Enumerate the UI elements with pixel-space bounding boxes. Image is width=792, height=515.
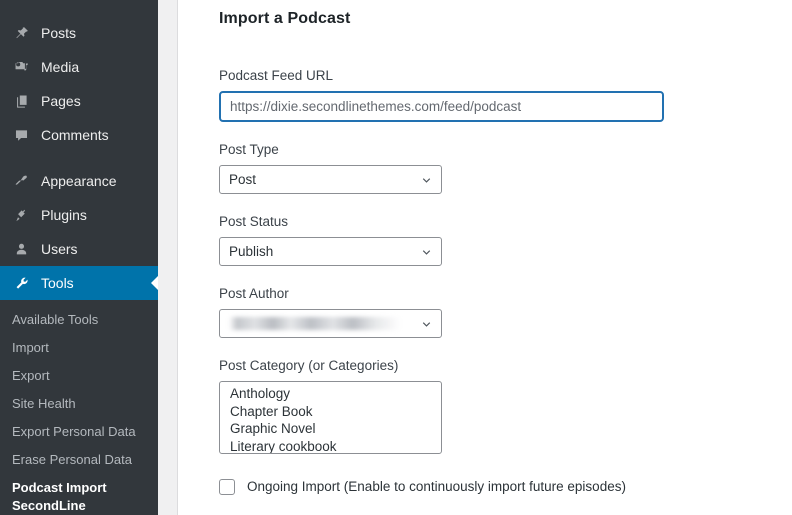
sidebar-item-label: Tools [41,275,74,291]
sidebar-item-label: Posts [41,25,76,41]
list-item[interactable]: Literary cookbook [220,438,441,455]
media-icon [10,59,32,76]
ongoing-import-row: Ongoing Import (Enable to continuously i… [219,478,792,495]
plug-icon [10,207,32,224]
post-author-select-wrap [219,309,442,338]
post-type-label: Post Type [219,142,792,158]
sidebar-top-spacer [0,0,158,16]
post-type-value: Post [229,172,256,187]
list-item[interactable]: Anthology [220,385,441,403]
post-type-select-wrap: Post [219,165,442,194]
tools-submenu: Available Tools Import Export Site Healt… [0,300,158,515]
sidebar-item-label: Pages [41,93,81,109]
submenu-item-site-health[interactable]: Site Health [0,390,158,418]
sidebar-item-media[interactable]: Media [0,50,158,84]
list-item[interactable]: Chapter Book [220,403,441,421]
submenu-item-export-personal-data[interactable]: Export Personal Data [0,418,158,446]
admin-sidebar: Posts Media Pages Comments Appeara [0,0,158,515]
sidebar-separator [0,152,158,164]
podcast-feed-url-input[interactable] [219,91,664,122]
sidebar-item-appearance[interactable]: Appearance [0,164,158,198]
submenu-item-available-tools[interactable]: Available Tools [0,306,158,334]
post-status-select-wrap: Publish [219,237,442,266]
sidebar-item-label: Appearance [41,173,117,189]
user-icon [10,241,32,258]
post-author-label: Post Author [219,286,792,302]
wordpress-admin-screen: Posts Media Pages Comments Appeara [0,0,792,515]
active-menu-arrow-icon [151,275,158,291]
sidebar-item-label: Users [41,241,78,257]
field-post-type: Post Type Post [219,142,792,194]
sidebar-item-tools[interactable]: Tools [0,266,158,300]
submenu-item-export[interactable]: Export [0,362,158,390]
post-status-label: Post Status [219,214,792,230]
post-status-value: Publish [229,244,273,259]
comment-icon [10,127,32,144]
sidebar-item-label: Comments [41,127,109,143]
post-type-select[interactable]: Post [219,165,442,194]
post-status-select[interactable]: Publish [219,237,442,266]
field-post-author: Post Author [219,286,792,338]
submenu-item-podcast-import-secondline[interactable]: Podcast Import SecondLine [0,474,158,515]
podcast-feed-url-label: Podcast Feed URL [219,68,792,84]
submenu-item-erase-personal-data[interactable]: Erase Personal Data [0,446,158,474]
list-item[interactable]: Graphic Novel [220,420,441,438]
post-author-select[interactable] [219,309,442,338]
submenu-item-import[interactable]: Import [0,334,158,362]
sidebar-item-posts[interactable]: Posts [0,16,158,50]
page-title: Import a Podcast [219,10,792,28]
sidebar-item-pages[interactable]: Pages [0,84,158,118]
sidebar-item-label: Media [41,59,79,75]
post-category-label: Post Category (or Categories) [219,358,792,374]
field-podcast-feed-url: Podcast Feed URL [219,68,792,122]
wrench-icon [10,275,32,292]
brush-icon [10,173,32,190]
sidebar-item-plugins[interactable]: Plugins [0,198,158,232]
pages-icon [10,93,32,110]
ongoing-import-label: Ongoing Import (Enable to continuously i… [247,478,626,495]
post-author-redacted-value [229,317,401,330]
sidebar-content-gutter [158,0,178,515]
sidebar-item-users[interactable]: Users [0,232,158,266]
field-post-category: Post Category (or Categories) Anthology … [219,358,792,454]
ongoing-import-checkbox[interactable] [219,479,235,495]
pushpin-icon [10,25,32,42]
field-post-status: Post Status Publish [219,214,792,266]
main-content: Import a Podcast Podcast Feed URL Post T… [178,0,792,515]
post-category-listbox[interactable]: Anthology Chapter Book Graphic Novel Lit… [219,381,442,454]
sidebar-item-label: Plugins [41,207,87,223]
sidebar-item-comments[interactable]: Comments [0,118,158,152]
